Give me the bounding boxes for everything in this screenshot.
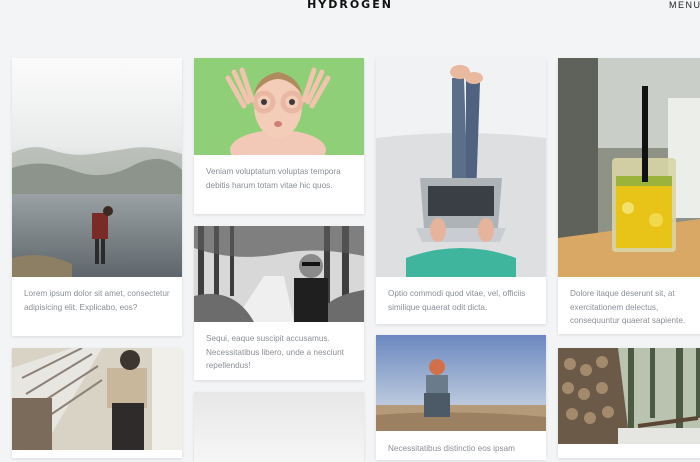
card-image-forest-walk[interactable] [194, 226, 364, 322]
site-logo[interactable]: HYDROGEN [0, 0, 700, 10]
card-caption: Necessitatibus distinctio eos ipsam [388, 444, 515, 453]
gallery-card[interactable] [194, 392, 364, 462]
card-caption: Sequi, eaque suscipit accusamus. Necessi… [206, 334, 344, 370]
card-image-blank[interactable] [194, 392, 364, 462]
gallery-card[interactable]: Lorem ipsum dolor sit amet, consectetur … [12, 58, 182, 336]
site-header: HYDROGEN MENU [0, 0, 700, 22]
card-image-backpacker[interactable] [376, 335, 546, 431]
card-image-laptop[interactable] [376, 58, 546, 277]
menu-button[interactable]: MENU [669, 0, 700, 10]
card-caption: Lorem ipsum dolor sit amet, consectetur … [24, 289, 170, 312]
card-image-misty-lake[interactable] [12, 58, 182, 277]
gallery-card[interactable] [12, 348, 182, 458]
card-image-woodpile[interactable] [558, 348, 700, 444]
card-image-goggles[interactable] [194, 58, 364, 155]
gallery-card[interactable]: Dolore itaque deserunt sit, at exercitat… [558, 58, 700, 334]
card-caption: Veniam voluptatum voluptas tempora debit… [206, 167, 341, 190]
card-image-drink[interactable] [558, 58, 700, 277]
gallery-card[interactable]: Veniam voluptatum voluptas tempora debit… [194, 58, 364, 214]
card-caption: Optio commodi quod vitae, vel, officiis … [388, 289, 526, 312]
gallery-card[interactable]: Optio commodi quod vitae, vel, officiis … [376, 58, 546, 324]
gallery-card[interactable] [558, 348, 700, 458]
gallery-card[interactable]: Sequi, eaque suscipit accusamus. Necessi… [194, 226, 364, 380]
card-caption: Dolore itaque deserunt sit, at exercitat… [570, 289, 686, 325]
gallery-card[interactable]: Necessitatibus distinctio eos ipsam [376, 335, 546, 460]
card-image-worker[interactable] [12, 348, 182, 450]
